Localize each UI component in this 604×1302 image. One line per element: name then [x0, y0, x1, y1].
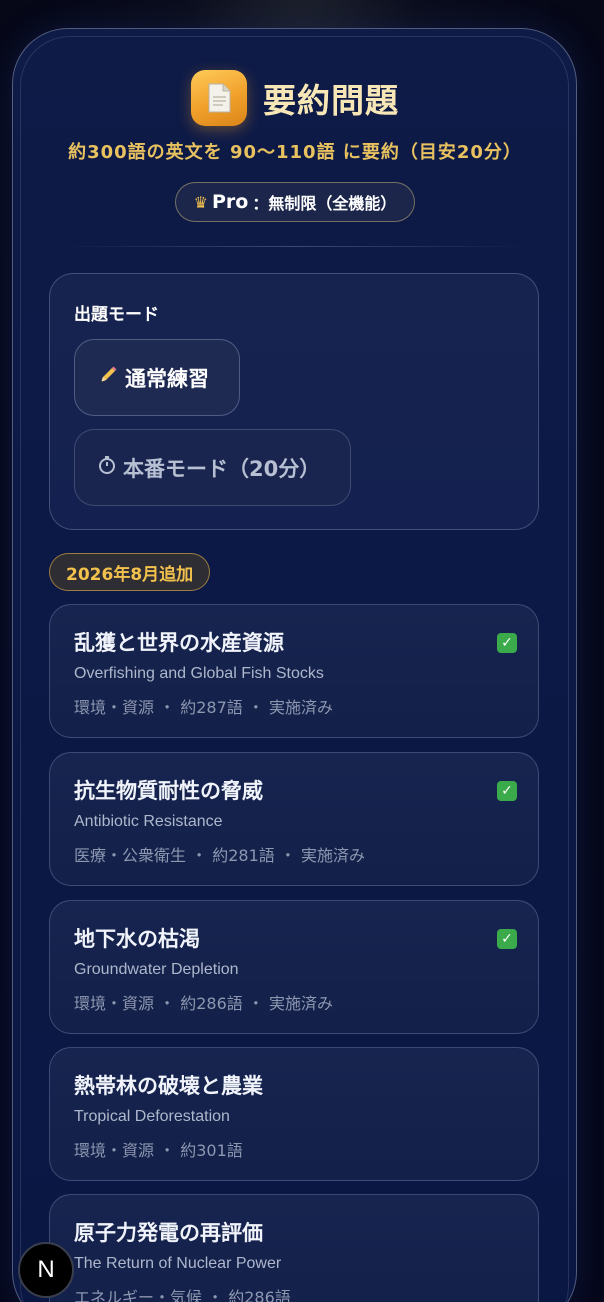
- pencil-icon: [97, 364, 119, 391]
- topic-english-title: Antibiotic Resistance: [74, 813, 223, 830]
- topic-word-count: 約287語: [180, 698, 243, 717]
- topic-word-count: 約281語: [212, 846, 275, 865]
- topic-meta: 環境・資源 ・ 約286語 ・ 実施済み: [74, 994, 333, 1013]
- page-subtitle: 約300語の英文を 90〜110語 に要約（目安20分）: [68, 142, 522, 163]
- topic-status: 実施済み: [268, 698, 333, 717]
- added-date-badge: 2026年8月追加: [49, 553, 211, 591]
- topic-word-count: 約286語: [180, 994, 243, 1013]
- topic-title: 乱獲と世界の水産資源: [74, 631, 284, 655]
- topic-category: 環境・資源: [74, 1141, 155, 1160]
- topic-english-title: Overfishing and Global Fish Stocks: [74, 665, 324, 682]
- topic-english-title: Groundwater Depletion: [74, 961, 239, 978]
- topic-word-count: 約286語: [228, 1288, 291, 1302]
- exam-mode-label: 本番モード（20分）: [123, 456, 321, 481]
- mode-label: 出題モード: [74, 305, 159, 325]
- topic-category: 環境・資源: [74, 698, 155, 717]
- header: 要約問題 約300語の英文を 90〜110語 に要約（目安20分） ♛ Pro …: [0, 70, 590, 222]
- header-divider: [60, 246, 530, 247]
- normal-practice-label: 通常練習: [125, 366, 209, 391]
- normal-practice-button[interactable]: 通常練習: [74, 339, 240, 416]
- topic-english-title: Tropical Deforestation: [74, 1108, 230, 1125]
- pro-plan-badge[interactable]: ♛ Pro ：無制限（全機能）: [174, 182, 416, 222]
- stopwatch-icon: [97, 455, 117, 480]
- pro-label: Pro: [211, 191, 249, 213]
- exam-mode-button[interactable]: 本番モード（20分）: [74, 429, 351, 506]
- topic-title: 原子力発電の再評価: [74, 1221, 263, 1245]
- topic-meta: エネルギー・気候 ・ 約286語: [74, 1284, 291, 1302]
- topic-meta: 環境・資源 ・ 約301語: [74, 1141, 243, 1160]
- topic-card[interactable]: 抗生物質耐性の脅威 Antibiotic Resistance 医療・公衆衛生 …: [49, 752, 539, 886]
- topic-status: 実施済み: [268, 994, 333, 1013]
- pro-detail: ：無制限（全機能）: [252, 194, 397, 213]
- topic-word-count: 約301語: [180, 1141, 243, 1160]
- topic-card[interactable]: 熱帯林の破壊と農業 Tropical Deforestation 環境・資源 ・…: [49, 1047, 539, 1181]
- check-icon: ✓: [497, 929, 517, 949]
- document-icon: [191, 70, 247, 126]
- topic-card[interactable]: 地下水の枯渇 Groundwater Depletion 環境・資源 ・ 約28…: [49, 900, 539, 1034]
- topic-title: 地下水の枯渇: [74, 927, 200, 951]
- check-icon: ✓: [497, 781, 517, 801]
- topic-status: 実施済み: [300, 846, 365, 865]
- crown-icon: ♛: [193, 192, 208, 212]
- page-title: 要約問題: [263, 74, 399, 122]
- topic-title: 抗生物質耐性の脅威: [74, 779, 263, 803]
- topic-title: 熱帯林の破壊と農業: [74, 1074, 263, 1098]
- topic-meta: 環境・資源 ・ 約287語 ・ 実施済み: [74, 698, 333, 717]
- topic-card[interactable]: 原子力発電の再評価 The Return of Nuclear Power エネ…: [49, 1194, 539, 1302]
- topic-meta: 医療・公衆衛生 ・ 約281語 ・ 実施済み: [74, 846, 365, 865]
- nextjs-dev-indicator-button[interactable]: N: [18, 1242, 74, 1298]
- topic-english-title: The Return of Nuclear Power: [74, 1255, 282, 1272]
- mode-selector-card: 出題モード 通常練習 本番モード（20分）: [49, 273, 539, 530]
- topic-category: エネルギー・気候: [74, 1288, 203, 1302]
- topic-category: 医療・公衆衛生: [74, 846, 187, 865]
- check-icon: ✓: [497, 633, 517, 653]
- topic-category: 環境・資源: [74, 994, 155, 1013]
- title-row: 要約問題: [191, 70, 399, 126]
- topic-card[interactable]: 乱獲と世界の水産資源 Overfishing and Global Fish S…: [49, 604, 539, 738]
